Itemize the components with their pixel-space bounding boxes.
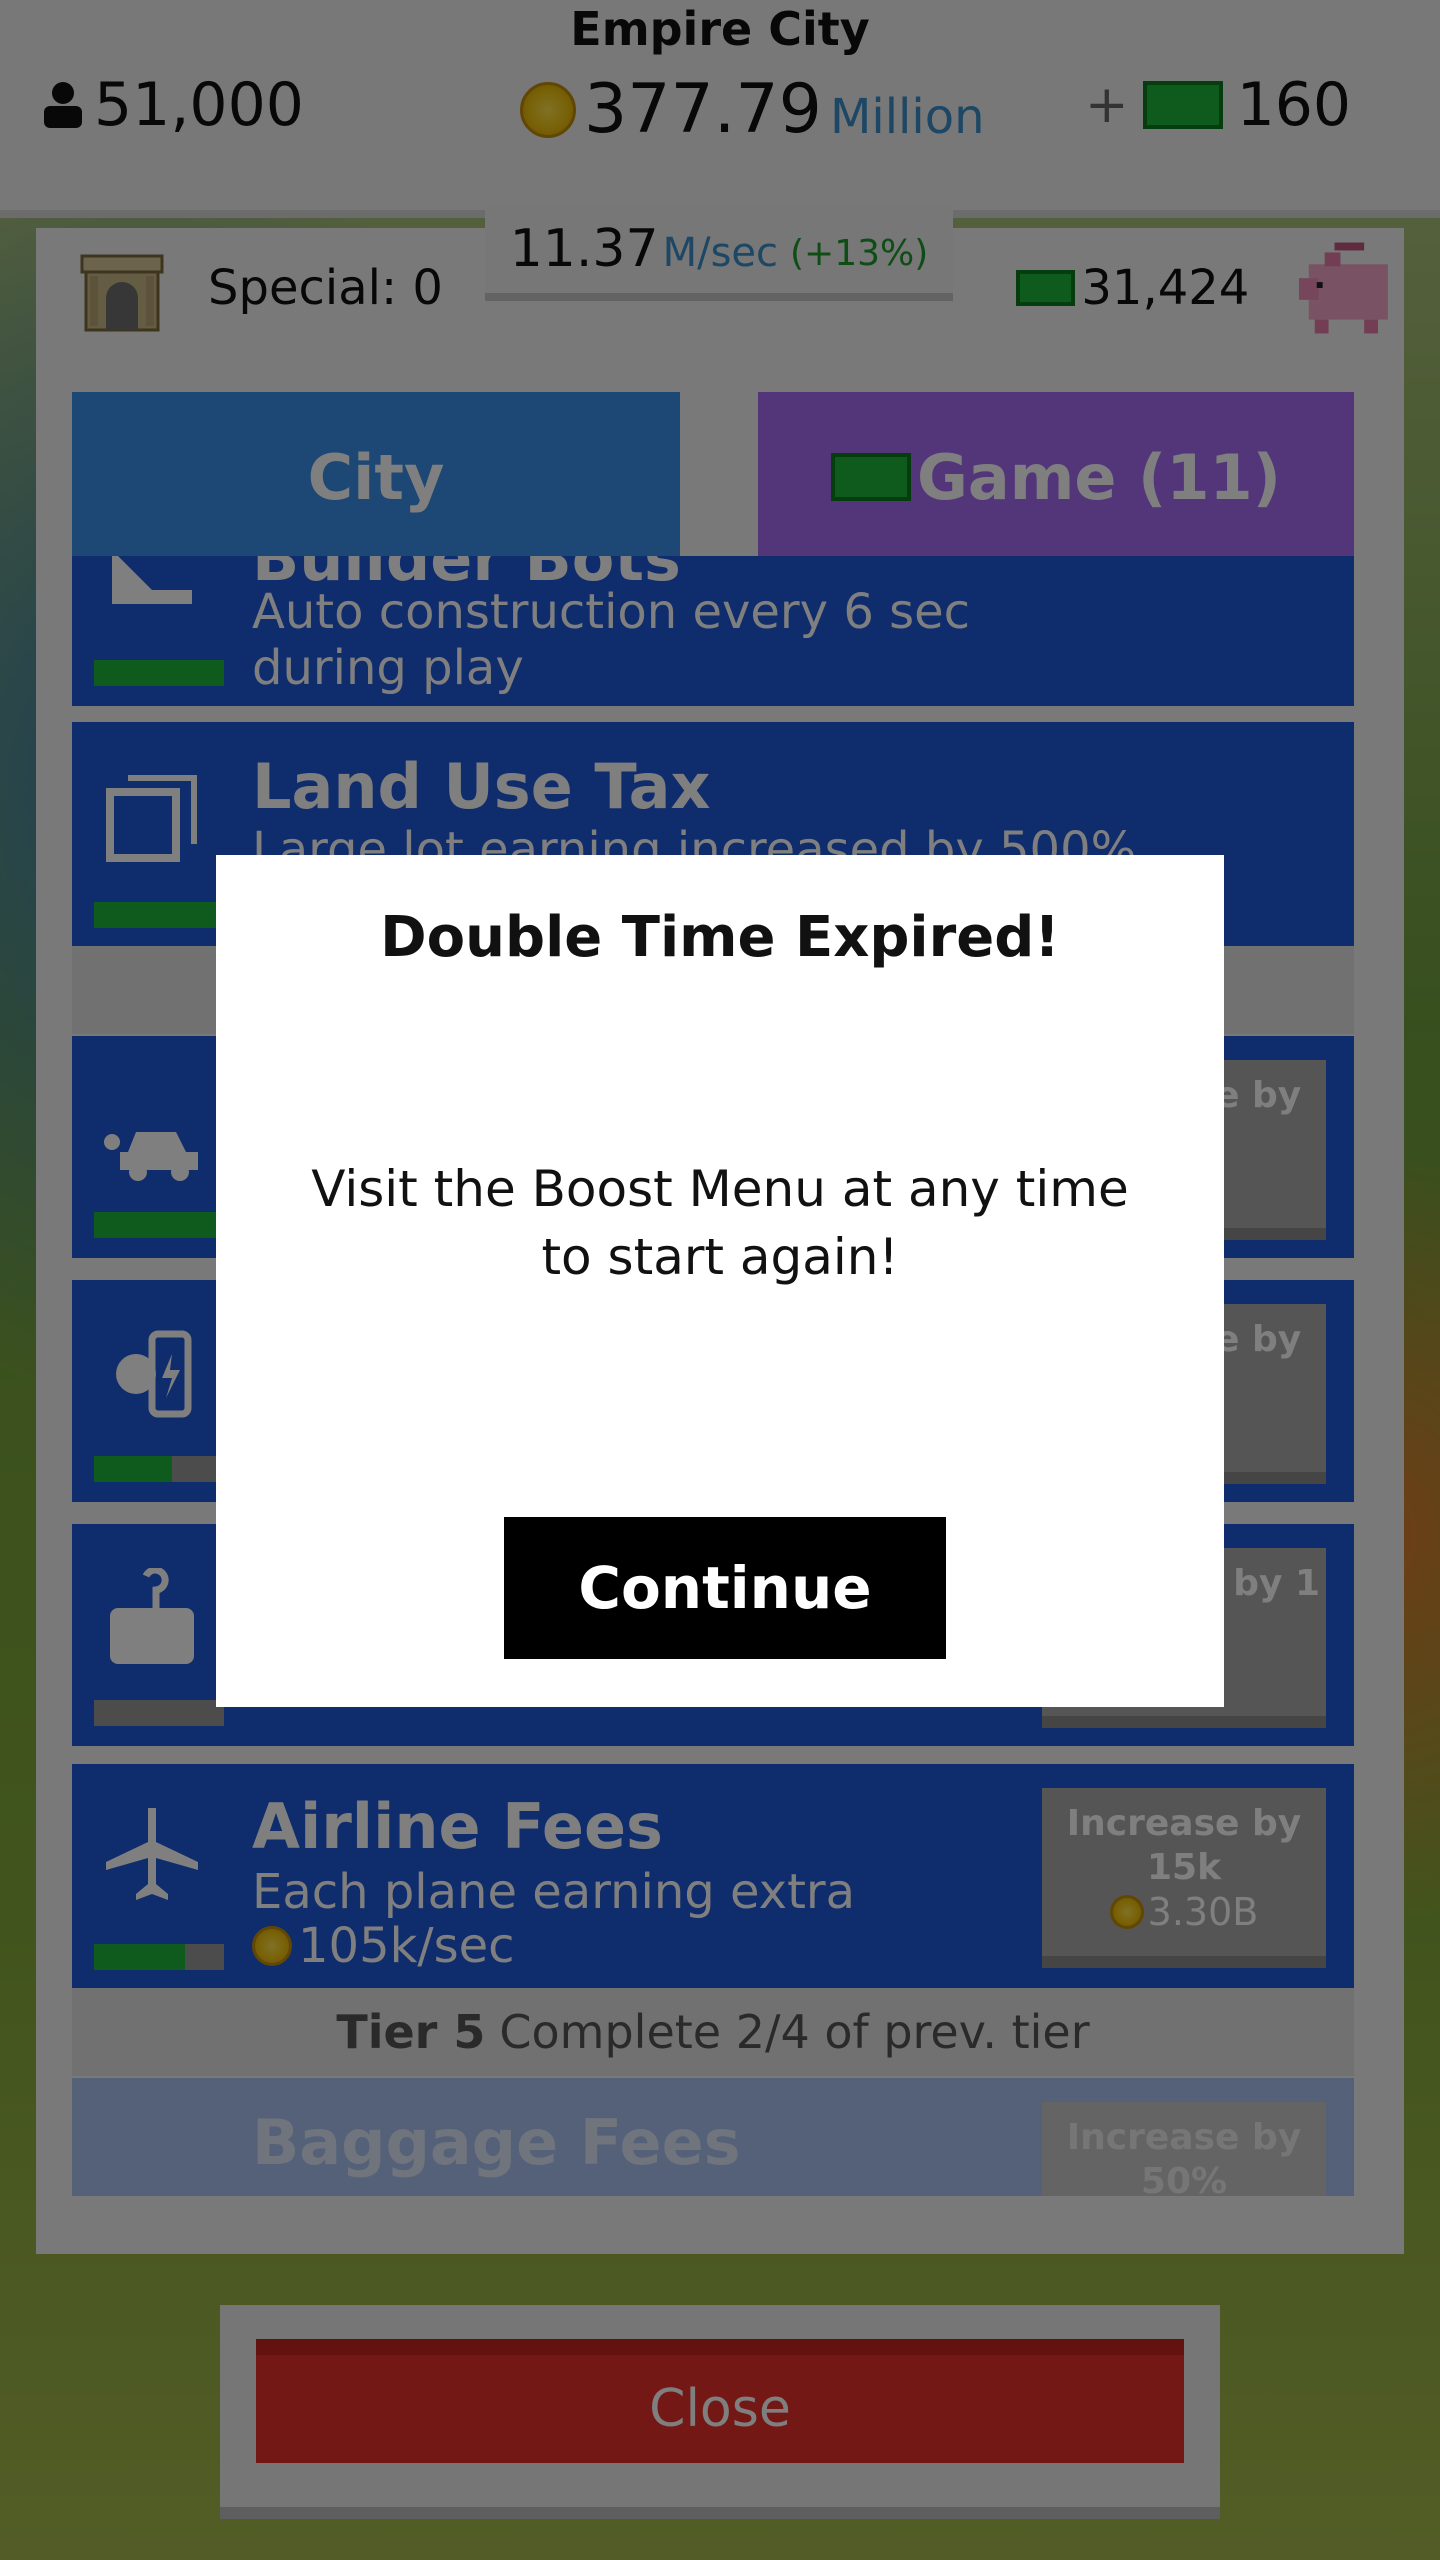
continue-button[interactable]: Continue [504, 1517, 946, 1659]
dialog-title: Double Time Expired! [380, 905, 1060, 970]
dialog-message: Visit the Boost Menu at any time to star… [311, 1160, 1129, 1286]
expired-dialog: Double Time Expired! Visit the Boost Men… [216, 855, 1224, 1707]
